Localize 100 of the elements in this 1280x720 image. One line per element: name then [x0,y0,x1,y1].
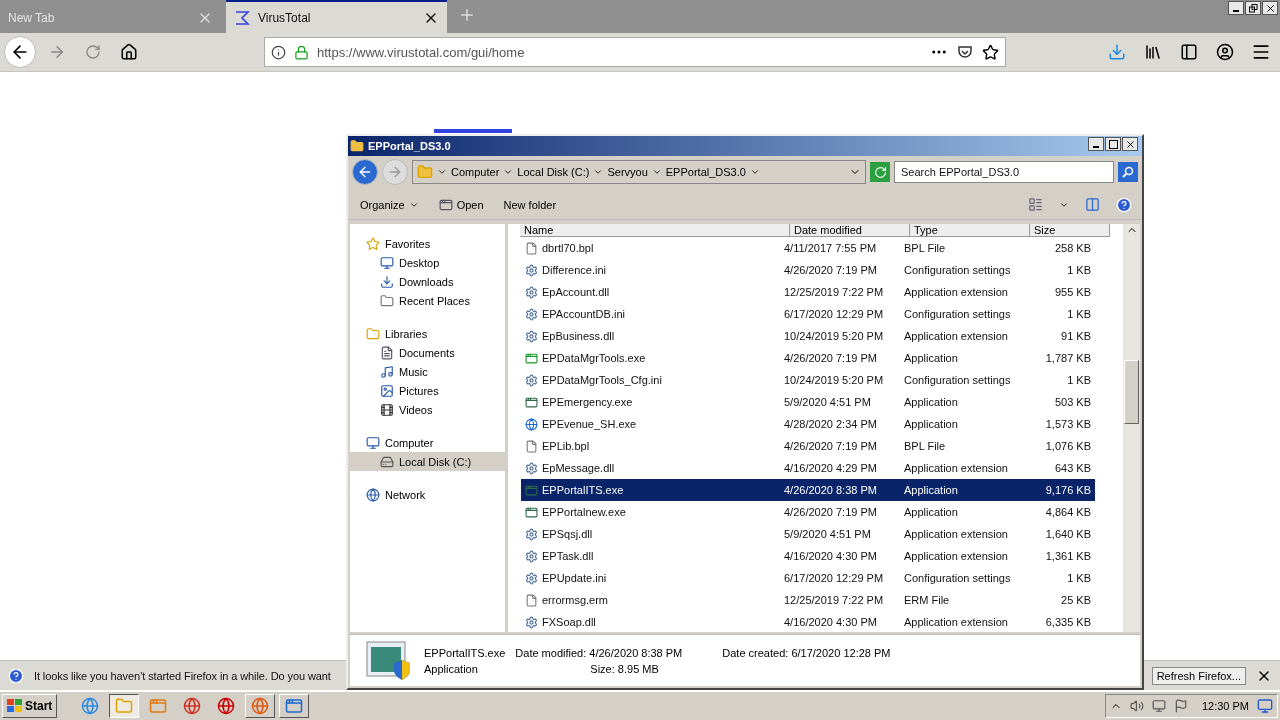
new-folder-button[interactable]: New folder [501,196,559,213]
caret-icon[interactable] [503,167,514,177]
nav-item[interactable]: Recent Places [350,291,505,310]
preview-pane-icon[interactable] [1085,197,1100,212]
library-icon[interactable] [1144,43,1162,61]
open-button[interactable]: Open [436,195,486,214]
file-name: EPLib.bpl [542,440,590,452]
organize-button[interactable]: Organize [358,196,421,213]
breadcrumb[interactable]: EPPortal_DS3.0 [665,166,746,178]
search-icon [1122,166,1134,178]
nav-item[interactable]: Computer [350,433,505,452]
browser-tab[interactable]: VirusTotal [226,0,447,33]
search-field[interactable]: Search EPPortal_DS3.0 [894,161,1114,183]
network-icon[interactable] [1151,699,1166,713]
bookmark-star-icon[interactable] [982,43,999,61]
date-modified: 12/25/2019 7:22 PM [783,286,885,298]
file-row[interactable]: errormsg.erm 12/25/2019 7:22 PM ERM File 25 KB [521,589,1095,611]
file-row[interactable]: EPSqsj.dll 5/9/2020 4:51 PM Application extension 1,640 KB [521,523,1095,545]
home-icon[interactable] [120,43,138,61]
nav-item[interactable]: Videos [350,400,505,419]
caret-icon[interactable] [593,167,604,177]
scrollbar[interactable] [1123,224,1140,632]
account-icon[interactable] [1216,43,1234,61]
volume-icon[interactable] [1129,699,1144,713]
file-name: EpAccount.dll [542,286,610,298]
file-name: EPEmergency.exe [542,396,633,408]
file-type: ERM File [903,594,951,606]
image-icon [380,383,394,398]
column-header[interactable]: Type [910,224,1030,237]
file-row[interactable]: EPDataMgrTools.exe 4/26/2020 7:19 PM Application 1,787 KB [521,347,1095,369]
file-row[interactable]: EPPortalITS.exe 4/26/2020 8:38 PM Application 9,176 KB [521,479,1095,501]
detail-field: Size: 8.95 MB [515,662,723,675]
download-icon[interactable] [1108,43,1126,61]
breadcrumb[interactable]: Servyou [607,166,648,178]
file-row[interactable]: EPPortalnew.exe 4/26/2020 7:19 PM Application 4,864 KB [521,501,1095,523]
nav-item[interactable]: Local Disk (C:) [350,452,505,471]
scroll-thumb[interactable] [1124,360,1139,424]
caret-icon[interactable] [437,167,447,177]
breadcrumb[interactable]: Local Disk (C:) [517,166,590,178]
close-button[interactable] [1262,1,1278,15]
minimize-button[interactable] [1088,137,1104,151]
flag-icon[interactable] [1173,699,1188,713]
settings-file-icon [525,329,538,343]
file-type: Application extension [903,528,1009,540]
view-icon[interactable] [1028,197,1043,212]
pocket-icon[interactable] [956,43,974,61]
refresh-button[interactable] [870,162,890,182]
restore-button[interactable] [1245,1,1261,15]
nav-item[interactable]: Downloads [350,272,505,291]
date-modified: 4/16/2020 4:30 PM [783,616,878,628]
file-row[interactable]: EPEmergency.exe 5/9/2020 4:51 PM Application 503 KB [521,391,1095,413]
column-header[interactable]: Name [520,224,790,237]
file-row[interactable]: EPUpdate.ini 6/17/2020 12:29 PM Configuration settings 1 KB [521,567,1095,589]
search-button[interactable] [1118,162,1138,182]
taskbar-app[interactable] [109,694,140,718]
file-row[interactable]: EPAccountDB.ini 6/17/2020 12:29 PM Configuration settings 1 KB [521,303,1095,325]
nav-item[interactable]: Network [350,485,505,504]
help-icon[interactable] [1116,196,1132,213]
minimize-button[interactable] [1228,1,1244,15]
restore-icon [1248,3,1258,13]
refresh-firefox-button[interactable]: Refresh Firefox... [1151,666,1246,685]
column-header[interactable]: Size [1030,224,1110,237]
nav-item[interactable]: Desktop [350,253,505,272]
settings-file-icon [525,527,538,541]
file-row[interactable]: EPDataMgrTools_Cfg.ini 10/24/2019 5:20 PM Configuration settings 1 KB [521,369,1095,391]
file-row[interactable]: EPEvenue_SH.exe 4/28/2020 2:34 PM Application 1,573 KB [521,413,1095,435]
nav-item[interactable]: Music [350,362,505,381]
close-button[interactable] [1122,137,1138,151]
start-button[interactable]: Start [2,694,58,718]
breadcrumb[interactable]: Computer [451,166,500,178]
file-size: 6,335 KB [1044,616,1092,628]
file-row[interactable]: dbrtl70.bpl 4/11/2017 7:55 PM BPL File 258 KB [521,237,1095,259]
back-button[interactable] [4,36,36,68]
reload-icon[interactable] [85,44,101,60]
file-size: 1,640 KB [1044,528,1092,540]
file-row[interactable]: FXSoap.dll 4/16/2020 4:30 PM Application extension 6,335 KB [521,611,1095,632]
show-desktop-icon[interactable] [1257,698,1273,714]
file-type: Configuration settings [903,308,1012,320]
download-icon [380,274,394,289]
caret-icon[interactable] [651,167,662,177]
file-row[interactable]: EPTask.dll 4/16/2020 4:30 PM Application extension 1,361 KB [521,545,1095,567]
maximize-button[interactable] [1105,137,1121,151]
file-row[interactable]: EPLib.bpl 4/26/2020 7:19 PM BPL File 1,076 KB [521,435,1095,457]
nav-item[interactable]: Favorites [350,234,505,253]
sidebar-icon[interactable] [1180,43,1198,61]
nav-item[interactable]: Documents [350,343,505,362]
menu-icon[interactable] [1251,42,1271,62]
caret-icon[interactable] [749,167,760,177]
app-icon [285,697,304,715]
nav-item[interactable]: Libraries [350,324,505,343]
address-bar[interactable]: Computer Local Disk (C:) Servyou EPPortal_DS3.0 [412,160,866,184]
file-row[interactable]: EpMessage.dll 4/16/2020 4:29 PM Application extension 643 KB [521,457,1095,479]
nav-item[interactable]: Pictures [350,381,505,400]
file-row[interactable]: EpBusiness.dll 10/24/2019 5:20 PM Application extension 91 KB [521,325,1095,347]
column-header[interactable]: Date modified [790,224,910,237]
file-row[interactable]: Difference.ini 4/26/2020 7:19 PM Configuration settings 1 KB [521,259,1095,281]
file-size: 258 KB [1053,242,1092,254]
file-row[interactable]: EpAccount.dll 12/25/2019 7:22 PM Application extension 955 KB [521,281,1095,303]
address-bar[interactable]: https://www.virustotal.com/gui/home [264,37,1006,67]
drive-icon [380,454,394,469]
